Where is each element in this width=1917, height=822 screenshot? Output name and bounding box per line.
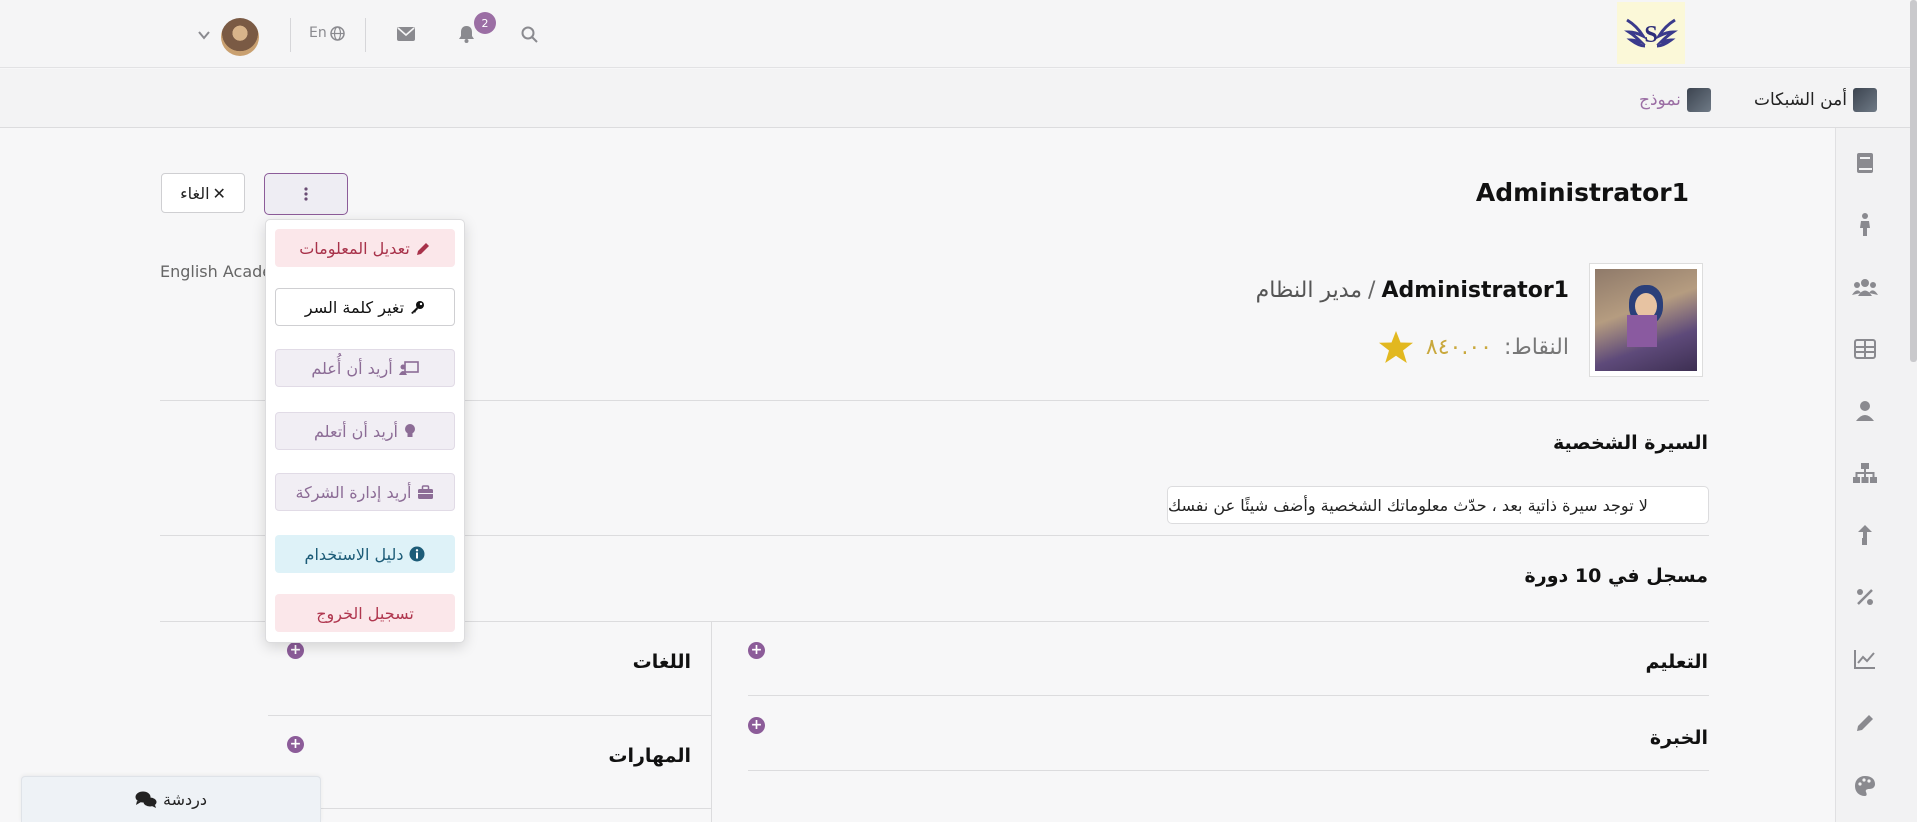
chart-line-icon[interactable] bbox=[1852, 646, 1878, 672]
profile-picture bbox=[1589, 263, 1703, 377]
cancel-label: الغاء bbox=[180, 183, 210, 203]
logo-icon: S bbox=[1624, 18, 1678, 48]
add-language-button[interactable]: + bbox=[287, 642, 304, 659]
bell-icon[interactable] bbox=[456, 24, 476, 44]
breadcrumb-course[interactable]: أمن الشبكات bbox=[1754, 88, 1877, 112]
breadcrumb-item-label: نموذج bbox=[1639, 90, 1681, 110]
envelope-icon[interactable] bbox=[396, 25, 416, 43]
points-display: النقاط: ٨٤٠.٠٠ bbox=[1378, 330, 1569, 364]
x-icon: ✕ bbox=[212, 183, 226, 203]
briefcase-icon bbox=[418, 484, 434, 499]
ellipsis-vertical-icon bbox=[304, 187, 308, 201]
profile-name: Administrator1 bbox=[1381, 278, 1569, 303]
profile-name-line: Administrator1 / مدير النظام bbox=[1256, 278, 1569, 303]
sitemap-icon[interactable] bbox=[1852, 460, 1878, 486]
menu-item-want-learn[interactable]: أريد أن أتعلم bbox=[275, 412, 455, 450]
chalkboard-teacher-icon bbox=[398, 360, 419, 375]
breadcrumb-course-label: أمن الشبكات bbox=[1754, 90, 1847, 110]
menu-item-user-guide[interactable]: دليل الاستخدام bbox=[275, 535, 455, 573]
skills-heading: المهارات bbox=[608, 745, 691, 767]
info-icon bbox=[409, 546, 425, 562]
points-label: النقاط: bbox=[1503, 334, 1569, 360]
menu-item-label: أريد إدارة الشركة bbox=[295, 482, 412, 502]
key-icon bbox=[411, 300, 425, 314]
notification-badge: 2 bbox=[474, 12, 496, 34]
chat-widget[interactable]: دردشة bbox=[21, 776, 321, 822]
divider bbox=[268, 808, 711, 809]
divider bbox=[290, 18, 291, 52]
book-icon[interactable] bbox=[1852, 150, 1878, 176]
more-actions-button[interactable] bbox=[264, 173, 348, 215]
person-walking-icon[interactable] bbox=[1852, 212, 1878, 238]
menu-item-label: أريد أن أُعلم bbox=[311, 358, 393, 378]
pencil-icon bbox=[416, 242, 429, 255]
chat-label: دردشة bbox=[163, 790, 207, 809]
search-icon[interactable] bbox=[519, 24, 539, 44]
table-icon[interactable] bbox=[1852, 336, 1878, 362]
column-divider bbox=[711, 621, 712, 822]
divider bbox=[365, 18, 366, 52]
add-education-button[interactable]: + bbox=[748, 642, 765, 659]
menu-item-label: دليل الاستخدام bbox=[304, 544, 404, 564]
bio-heading: السيرة الشخصية bbox=[1552, 432, 1708, 454]
svg-text:S: S bbox=[1644, 22, 1657, 48]
user-avatar[interactable] bbox=[221, 18, 259, 56]
menu-item-label: أريد أن أتعلم bbox=[314, 421, 398, 441]
menu-item-label: تغير كلمة السر bbox=[304, 297, 405, 317]
menu-item-logout[interactable]: تسجيل الخروج bbox=[275, 594, 455, 632]
languages-heading: اللغات bbox=[632, 651, 691, 673]
user-icon[interactable] bbox=[1852, 398, 1878, 424]
chevron-down-icon[interactable] bbox=[198, 29, 210, 41]
add-experience-button[interactable]: + bbox=[748, 717, 765, 734]
menu-item-edit-info[interactable]: تعديل المعلومات bbox=[275, 229, 455, 267]
star-icon bbox=[1378, 331, 1413, 363]
course-thumbnail bbox=[1852, 88, 1877, 112]
app-logo[interactable]: S bbox=[1617, 2, 1685, 64]
lightbulb-icon bbox=[404, 424, 415, 437]
language-label: En bbox=[309, 25, 327, 41]
item-thumbnail bbox=[1686, 88, 1711, 112]
users-icon[interactable] bbox=[1852, 274, 1878, 300]
scrollbar[interactable] bbox=[1910, 0, 1917, 362]
breadcrumb bbox=[0, 69, 1917, 128]
name-separator: / bbox=[1368, 278, 1376, 303]
affiliation-text: English Acade bbox=[160, 262, 273, 281]
globe-icon bbox=[329, 25, 345, 41]
menu-item-label: تسجيل الخروج bbox=[316, 603, 414, 623]
menu-item-want-teach[interactable]: أريد أن أُعلم bbox=[275, 349, 455, 387]
points-value: ٨٤٠.٠٠ bbox=[1425, 334, 1492, 360]
comments-icon bbox=[135, 791, 157, 808]
palette-icon[interactable] bbox=[1852, 773, 1878, 799]
menu-item-label: تعديل المعلومات bbox=[299, 238, 410, 258]
page-title: Administrator1 bbox=[1475, 178, 1689, 207]
menu-item-manage-company[interactable]: أريد إدارة الشركة bbox=[275, 473, 455, 511]
enrolled-heading: مسجل في 10 دورة bbox=[1524, 565, 1708, 587]
add-skill-button[interactable]: + bbox=[287, 736, 304, 753]
menu-item-change-password[interactable]: تغير كلمة السر bbox=[275, 288, 455, 326]
education-heading: التعليم bbox=[1645, 651, 1708, 673]
divider bbox=[268, 715, 711, 716]
pencil-icon[interactable] bbox=[1852, 710, 1878, 736]
percent-icon[interactable] bbox=[1852, 584, 1878, 610]
divider bbox=[748, 770, 1709, 771]
divider bbox=[748, 695, 1709, 696]
cancel-button[interactable]: ✕ الغاء bbox=[161, 173, 245, 213]
breadcrumb-item[interactable]: نموذج bbox=[1639, 88, 1711, 112]
language-switcher[interactable]: En bbox=[309, 25, 345, 41]
profile-role: مدير النظام bbox=[1255, 278, 1363, 303]
bio-text-box: لا توجد سيرة ذاتية بعد ، حدّث معلوماتك ا… bbox=[1167, 486, 1709, 524]
share-icon[interactable] bbox=[1852, 522, 1878, 548]
experience-heading: الخبرة bbox=[1649, 727, 1708, 749]
